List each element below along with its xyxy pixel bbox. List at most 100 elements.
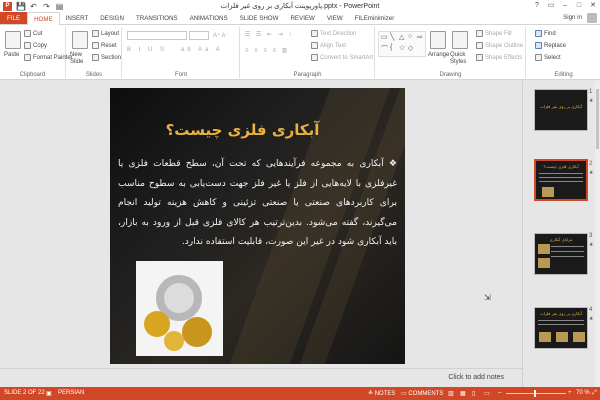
replace-button[interactable]: Replace — [535, 42, 566, 49]
thumbnail-text-line — [551, 246, 584, 247]
rectangle-shape-icon[interactable]: ▭ — [381, 33, 388, 41]
slide-thumbnails-pane: 1 ★ آبکاری بر روی غیر فلزات 2 ★ آبکاری ف… — [522, 81, 600, 387]
slide-editing-area[interactable]: آبکاری فلزی چیست؟ ❖ آبکاری به مجموعه فرآ… — [0, 81, 522, 368]
align-text-button[interactable]: Align Text — [311, 42, 346, 49]
help-button[interactable]: ? — [530, 0, 544, 12]
slide-thumbnail-4[interactable]: آبکاری بر روی غیر فلزات — [534, 307, 588, 349]
slide-title[interactable]: آبکاری فلزی چیست؟ — [110, 121, 375, 139]
reading-view-icon[interactable]: ▯ — [472, 390, 475, 397]
font-size-box[interactable] — [189, 31, 209, 40]
cut-button[interactable]: Cut — [24, 30, 42, 37]
zoom-in-button[interactable]: + — [568, 390, 572, 396]
arrow-shape-icon[interactable]: ⇨ — [417, 33, 423, 41]
zoom-slider-knob[interactable] — [534, 390, 536, 397]
shape-fill-button[interactable]: Shape Fill — [476, 30, 512, 37]
arrange-icon[interactable] — [430, 31, 446, 49]
gold-piece-shape — [164, 331, 184, 351]
tab-insert[interactable]: INSERT — [60, 12, 95, 24]
notes-toggle[interactable]: ≙ NOTES — [368, 390, 395, 397]
text-direction-button[interactable]: Text Direction — [311, 30, 356, 37]
quick-styles-icon[interactable] — [452, 31, 468, 49]
slide-thumbnail-2[interactable]: آبکاری فلزی چیست؟ — [534, 159, 588, 201]
copy-button[interactable]: Copy — [24, 42, 47, 49]
arrange-button[interactable]: Arrange — [428, 52, 449, 58]
section-button[interactable]: Section — [92, 54, 121, 61]
spellcheck-icon[interactable]: ▣ — [46, 390, 52, 397]
brace-shape-icon[interactable]: { — [390, 44, 392, 51]
font-color-buttons[interactable]: ab Aa A — [181, 47, 223, 53]
curve-shape-icon[interactable]: ⌒ — [381, 44, 388, 54]
avatar[interactable] — [587, 13, 597, 23]
slideshow-view-icon[interactable]: ▭ — [484, 390, 490, 397]
animation-star-icon: ★ — [589, 242, 594, 248]
shapes-gallery[interactable]: ▭ ╲ △ ○ ⇨ ⌒ { ☆ ◇ — [378, 31, 426, 57]
current-slide[interactable]: آبکاری فلزی چیست؟ ❖ آبکاری به مجموعه فرآ… — [110, 88, 405, 364]
layout-button[interactable]: Layout — [92, 30, 119, 37]
redo-button[interactable]: ↷ — [42, 2, 51, 11]
scrollbar-thumb[interactable] — [596, 89, 599, 149]
tab-transitions[interactable]: TRANSITIONS — [130, 12, 184, 24]
callout-shape-icon[interactable]: ◇ — [408, 44, 413, 52]
quick-styles-button[interactable]: Quick Styles — [450, 52, 472, 66]
align-buttons[interactable]: ≡ ≡ ≡ ≡ ▥ — [245, 47, 289, 54]
paste-icon[interactable] — [5, 31, 21, 49]
triangle-shape-icon[interactable]: △ — [399, 33, 404, 41]
font-style-buttons[interactable]: B I U S — [127, 47, 167, 53]
slide-thumbnail-1[interactable]: آبکاری بر روی غیر فلزات — [534, 89, 588, 131]
language-indicator[interactable]: PERSIAN — [58, 390, 84, 396]
select-button[interactable]: Select — [535, 54, 561, 61]
paste-button[interactable]: Paste — [4, 52, 19, 58]
format-painter-button[interactable]: Format Painter — [24, 54, 73, 61]
minimize-button[interactable]: – — [558, 0, 572, 12]
new-slide-button[interactable]: New Slide — [70, 52, 92, 66]
thumbnails-scrollbar[interactable] — [595, 81, 600, 387]
shape-effects-button[interactable]: Shape Effects — [476, 54, 522, 61]
comments-toggle[interactable]: ▭ COMMENTS — [401, 390, 443, 397]
sign-in-link[interactable]: Sign in — [563, 14, 582, 21]
font-name-box[interactable] — [127, 31, 187, 40]
normal-view-icon[interactable]: ▥ — [448, 390, 454, 397]
grow-font-icon[interactable]: A⁺ A⁻ — [213, 32, 229, 39]
find-label: Find — [544, 30, 556, 37]
reset-button[interactable]: Reset — [92, 42, 117, 49]
undo-button[interactable]: ↶ — [29, 2, 38, 11]
convert-smartart-button[interactable]: Convert to SmartArt — [311, 54, 373, 61]
oval-shape-icon[interactable]: ○ — [408, 33, 412, 40]
gold-jewelry-image[interactable] — [136, 261, 223, 356]
tab-slide-show[interactable]: SLIDE SHOW — [234, 12, 285, 24]
tab-fileminimizer[interactable]: FILEminimizer — [349, 12, 401, 24]
zoom-slider[interactable] — [506, 393, 566, 394]
close-button[interactable]: ✕ — [586, 0, 600, 12]
layout-icon — [92, 30, 99, 37]
shape-outline-button[interactable]: Shape Outline — [476, 42, 523, 49]
line-shape-icon[interactable]: ╲ — [390, 33, 394, 41]
tab-home[interactable]: HOME — [27, 12, 60, 26]
slide-body-text[interactable]: ❖ آبکاری به مجموعه فرآیندهایی که تحت آن،… — [118, 155, 397, 253]
new-slide-icon[interactable] — [72, 31, 88, 49]
tab-view[interactable]: VIEW — [321, 12, 349, 24]
slide-thumbnail-3[interactable]: مزایای آبکاری — [534, 233, 588, 275]
maximize-button[interactable]: □ — [572, 0, 586, 12]
tab-animations[interactable]: ANIMATIONS — [184, 12, 234, 24]
tab-review[interactable]: REVIEW — [284, 12, 320, 24]
tab-file[interactable]: FILE — [0, 12, 28, 24]
font-group-label: Font — [174, 72, 187, 78]
start-presentation-button[interactable]: ▤ — [55, 2, 64, 11]
save-button[interactable]: 💾 — [16, 2, 26, 11]
zoom-level[interactable]: 70 % — [576, 390, 590, 396]
thumbnail-image — [573, 332, 585, 342]
find-button[interactable]: Find — [535, 30, 556, 37]
star-shape-icon[interactable]: ☆ — [399, 44, 405, 52]
zoom-out-button[interactable]: – — [498, 390, 501, 396]
editing-group-label: Editing — [554, 72, 573, 78]
shape-outline-label: Shape Outline — [485, 42, 524, 49]
ribbon-display-button[interactable]: ▭ — [544, 0, 558, 12]
thumbnail-text-line — [538, 324, 584, 325]
slide-sorter-icon[interactable]: ▦ — [460, 390, 466, 397]
thumbnail-number: 2 — [589, 161, 593, 167]
list-buttons[interactable]: ☰ ☰ ⇤ ⇥ ↕ — [245, 31, 293, 38]
notes-placeholder[interactable]: Click to add notes — [448, 374, 504, 381]
fit-slide-icon[interactable]: ⤢ — [592, 390, 597, 397]
tab-design[interactable]: DESIGN — [94, 12, 130, 24]
drawing-group-label: Drawing — [439, 72, 462, 78]
